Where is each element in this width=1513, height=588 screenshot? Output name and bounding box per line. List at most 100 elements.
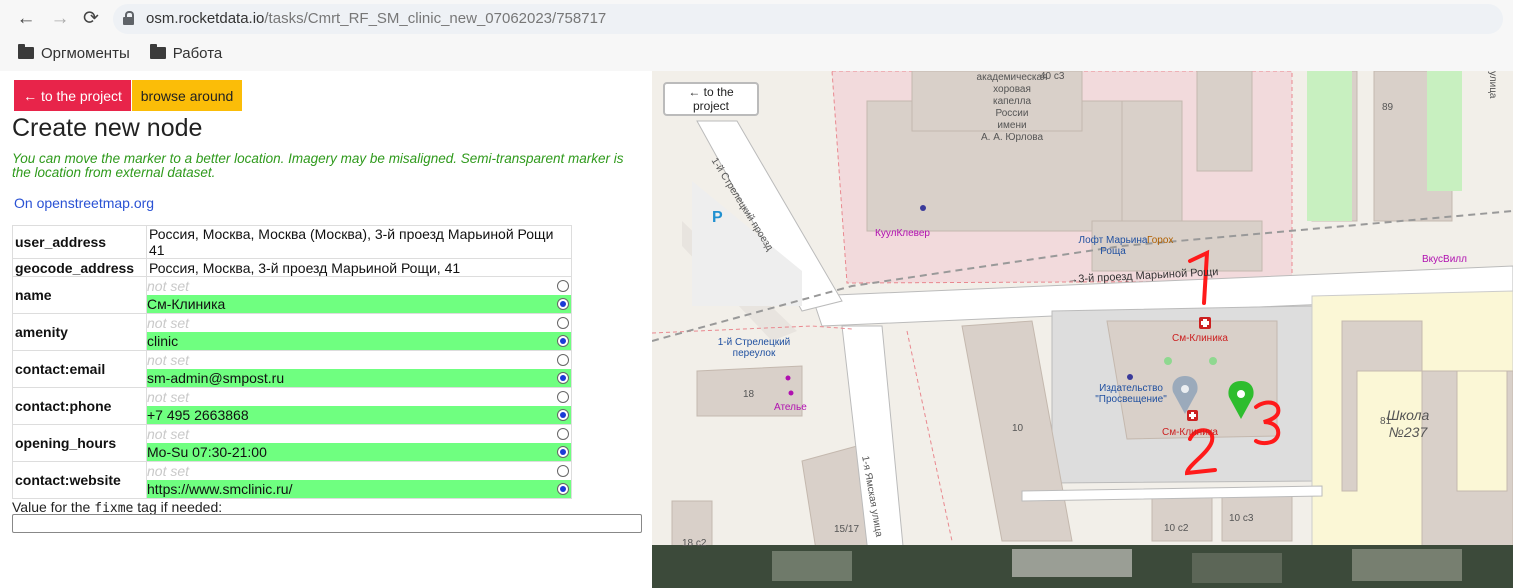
house-number: 81 bbox=[1380, 416, 1392, 427]
tag-key: opening_hours bbox=[12, 424, 147, 462]
tree-icon bbox=[1164, 357, 1172, 365]
tag-row: amenity not set clinic bbox=[12, 313, 572, 351]
tree-icon bbox=[1209, 357, 1217, 365]
lock-icon bbox=[123, 11, 134, 25]
poi-label: Ателье bbox=[774, 402, 807, 413]
annotation-number: 1 bbox=[1210, 257, 1211, 258]
radio-value-selected[interactable] bbox=[557, 298, 569, 310]
tag-option-value[interactable]: sm-admin@smpost.ru bbox=[147, 369, 571, 387]
tag-key: contact:website bbox=[12, 461, 147, 499]
poi-label: переулок bbox=[732, 348, 776, 359]
poi-label-sm-clinic: См-Клиника bbox=[1172, 333, 1228, 344]
annotation-number: 2 bbox=[1218, 443, 1219, 444]
house-number: 10 с2 bbox=[1164, 523, 1189, 534]
radio-value-selected[interactable] bbox=[557, 409, 569, 421]
radio-not-set[interactable] bbox=[557, 391, 569, 403]
map-to-project-button[interactable]: ← to the project bbox=[663, 82, 759, 116]
tag-key: amenity bbox=[12, 313, 147, 351]
poi-dot-icon bbox=[1127, 374, 1133, 380]
radio-value-selected[interactable] bbox=[557, 372, 569, 384]
tag-key: contact:email bbox=[12, 350, 147, 388]
tag-key: name bbox=[12, 276, 147, 314]
house-number: 89 bbox=[1382, 102, 1394, 113]
forward-arrow-icon[interactable]: → bbox=[47, 6, 73, 32]
house-number: 18 bbox=[743, 389, 755, 400]
poi-label: КуулКлевер bbox=[875, 228, 930, 239]
map-view[interactable]: академическая хоровая капелла России имени А.… bbox=[652, 71, 1513, 588]
tag-row: opening_hours not set Mo-Su 07:30-21:00 bbox=[12, 424, 572, 462]
house-number: 40 с3 bbox=[1040, 71, 1065, 82]
tag-row: contact:email not set sm-admin@smpost.ru bbox=[12, 350, 572, 388]
tag-option-not-set[interactable]: not set bbox=[147, 314, 571, 332]
tag-row: contact:phone not set +7 495 2663868 bbox=[12, 387, 572, 425]
map-canvas[interactable] bbox=[652, 71, 1513, 588]
poi-label: "Просвещение" bbox=[1095, 394, 1167, 405]
folder-icon bbox=[18, 44, 34, 59]
address-key: geocode_address bbox=[12, 258, 147, 277]
radio-value-selected[interactable] bbox=[557, 483, 569, 495]
poi-label-sm-clinic: См-Клиника bbox=[1162, 427, 1218, 438]
radio-not-set[interactable] bbox=[557, 465, 569, 477]
tag-option-value[interactable]: См-Клиника bbox=[147, 295, 571, 313]
bookmark-folder-rabota[interactable]: Работа bbox=[149, 44, 222, 62]
fixme-input[interactable] bbox=[12, 514, 642, 533]
bookmark-folder-orgmoments[interactable]: Оргмоменты bbox=[18, 44, 130, 62]
school-label: Школа bbox=[1386, 407, 1430, 423]
tag-option-not-set[interactable]: not set bbox=[147, 351, 571, 369]
radio-not-set[interactable] bbox=[557, 428, 569, 440]
folder-icon bbox=[149, 44, 166, 59]
map-label-choir: капелла bbox=[992, 96, 1032, 107]
radio-value-selected[interactable] bbox=[557, 335, 569, 347]
browse-around-button[interactable]: browse around bbox=[132, 80, 242, 111]
tag-key: contact:phone bbox=[12, 387, 147, 425]
radio-not-set[interactable] bbox=[557, 280, 569, 292]
address-row: geocode_address Россия, Москва, 3-й проез… bbox=[12, 258, 572, 277]
radio-not-set[interactable] bbox=[557, 317, 569, 329]
address-row: user_address Россия, Москва, Москва (Моск… bbox=[12, 225, 572, 259]
tag-option-value[interactable]: +7 495 2663868 bbox=[147, 406, 571, 424]
poi-label: ВкусВилл bbox=[1422, 254, 1467, 265]
map-label-choir: хоровая bbox=[993, 84, 1031, 95]
tag-row: name not set См-Клиника bbox=[12, 276, 572, 314]
address-value: Россия, Москва, 3-й проезд Марьиной Рощи… bbox=[146, 258, 572, 277]
poi-label: Горох bbox=[1147, 235, 1174, 246]
address-key: user_address bbox=[12, 225, 147, 259]
back-arrow-icon[interactable]: ← bbox=[13, 6, 39, 32]
map-label-choir: академическая bbox=[976, 72, 1048, 83]
map-label-choir: имени bbox=[997, 120, 1027, 131]
house-number: 10 bbox=[1012, 423, 1024, 434]
tag-row: contact:website not set https://www.smclin… bbox=[12, 461, 572, 499]
school-label: №237 bbox=[1388, 424, 1428, 440]
parking-icon: P bbox=[712, 209, 723, 226]
poi-label: Роща bbox=[1100, 246, 1126, 257]
radio-not-set[interactable] bbox=[557, 354, 569, 366]
poi-label: 1-й Стрелецкий bbox=[717, 337, 791, 348]
poi-label: Издательство bbox=[1099, 383, 1163, 394]
house-number: 15/17 bbox=[834, 524, 860, 535]
tags-table: user_address Россия, Москва, Москва (Моск… bbox=[12, 225, 572, 499]
url-text: osm.rocketdata.io/tasks/Cmrt_RF_SM_clini… bbox=[146, 10, 607, 27]
tag-option-value[interactable]: clinic bbox=[147, 332, 571, 350]
hospital-icon bbox=[1187, 410, 1198, 421]
map-label-choir: России bbox=[995, 108, 1029, 119]
tag-option-not-set[interactable]: not set bbox=[147, 462, 571, 480]
to-project-button[interactable]: ← to the project bbox=[14, 80, 131, 111]
tag-option-not-set[interactable]: not set bbox=[147, 277, 571, 295]
map-label-choir: А. А. Юрлова bbox=[980, 132, 1044, 143]
tag-option-value[interactable]: Mo-Su 07:30-21:00 bbox=[147, 443, 571, 461]
radio-value-selected[interactable] bbox=[557, 446, 569, 458]
tag-option-value[interactable]: https://www.smclinic.ru/ bbox=[147, 480, 571, 498]
task-panel: ← to the project browse around Create ne… bbox=[0, 71, 652, 588]
house-number: 10 с3 bbox=[1229, 513, 1254, 524]
openstreetmap-link[interactable]: On openstreetmap.org bbox=[14, 195, 154, 211]
poi-dot-icon bbox=[788, 390, 794, 396]
reload-icon[interactable]: ⟳ bbox=[78, 6, 104, 32]
marker-note: You can move the marker to a better loca… bbox=[12, 151, 624, 180]
hospital-icon bbox=[1199, 317, 1211, 329]
tag-option-not-set[interactable]: not set bbox=[147, 388, 571, 406]
page-title: Create new node bbox=[12, 114, 203, 142]
browser-chrome: ← → ⟳ osm.rocketdata.io/tasks/Cmrt_RF_SM… bbox=[0, 0, 1513, 72]
address-bar[interactable]: osm.rocketdata.io/tasks/Cmrt_RF_SM_clini… bbox=[113, 4, 1503, 34]
poi-dot-icon bbox=[920, 205, 926, 211]
tag-option-not-set[interactable]: not set bbox=[147, 425, 571, 443]
